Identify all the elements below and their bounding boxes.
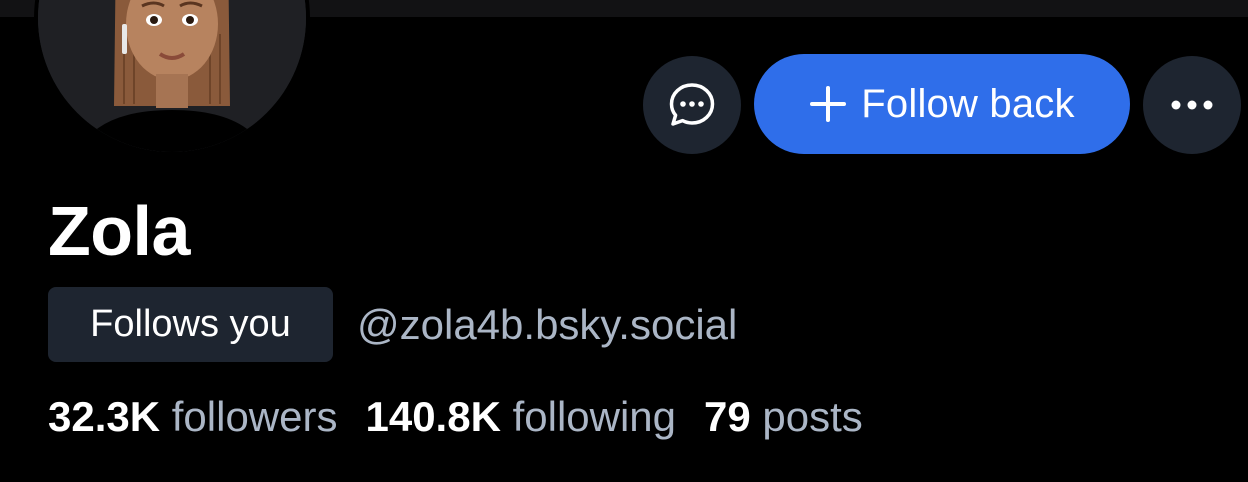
followers-count: 32.3K: [48, 393, 172, 440]
following-label: following: [512, 393, 677, 440]
profile-handle: @zola4b.bsky.social: [357, 301, 738, 348]
followers-stat[interactable]: 32.3K followers: [48, 392, 337, 442]
avatar[interactable]: [38, 0, 306, 152]
posts-count: 79: [704, 393, 763, 440]
follow-back-label: Follow back: [861, 81, 1075, 126]
follow-back-button[interactable]: Follow back: [754, 54, 1130, 154]
chat-bubble-icon: [669, 83, 715, 126]
following-stat[interactable]: 140.8K following: [365, 392, 676, 442]
profile-header: Follow back Zola Follows you @zola4b.bsk…: [0, 0, 1248, 482]
following-count: 140.8K: [365, 393, 513, 440]
memoji-avatar-icon: [38, 0, 306, 152]
profile-stats: 32.3K followers 140.8K following 79 post…: [48, 392, 891, 442]
follows-you-badge: Follows you: [48, 287, 333, 362]
more-options-button[interactable]: [1143, 56, 1241, 154]
display-name: Zola: [48, 192, 190, 270]
ellipsis-icon: [1171, 100, 1213, 110]
posts-label: posts: [762, 393, 863, 440]
message-button[interactable]: [643, 56, 741, 154]
plus-icon: [810, 86, 847, 122]
followers-label: followers: [171, 393, 338, 440]
posts-stat: 79 posts: [704, 392, 863, 442]
